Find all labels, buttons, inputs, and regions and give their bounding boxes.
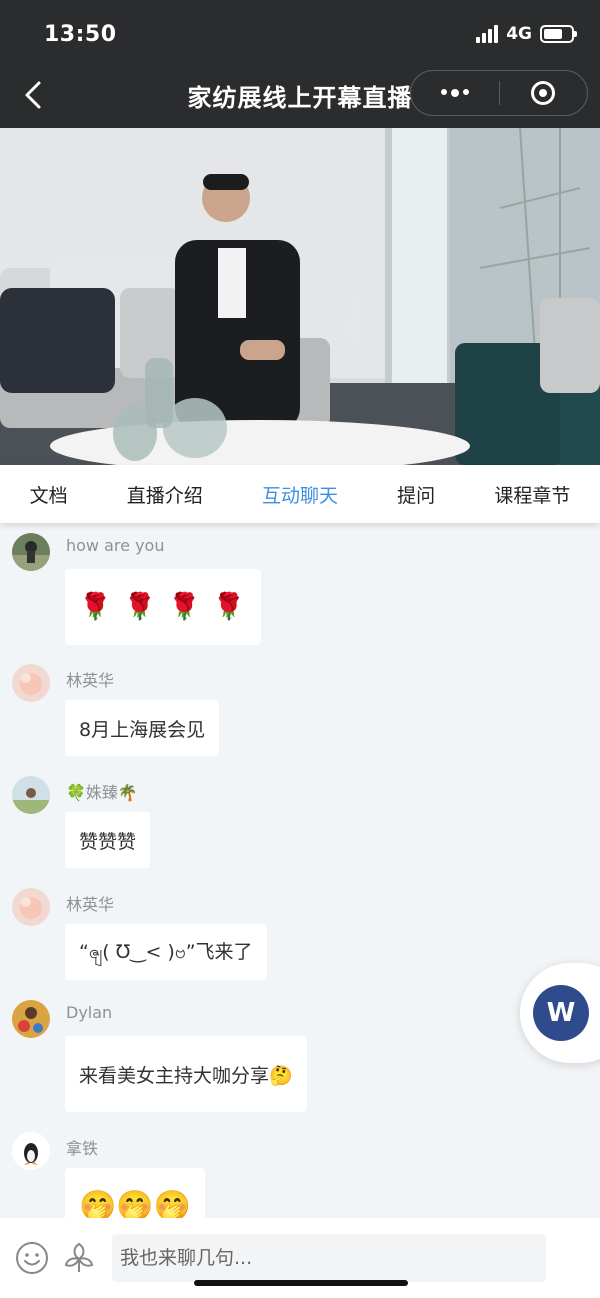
mini-program-capsule [410, 70, 588, 116]
tab-course-chapters[interactable]: 课程章节 [488, 481, 576, 508]
chat-bubble: “ၛ( ℧‿< )ဗ”飞来了 [65, 924, 267, 980]
chat-message: 🍀姝臻🌴 赞赞赞 [12, 766, 312, 871]
avatar [12, 664, 50, 702]
chat-username: 🍀姝臻🌴 [66, 783, 138, 802]
video-frame-image [0, 128, 600, 465]
live-video-player[interactable] [0, 128, 600, 465]
chat-username: Dylan [66, 1003, 113, 1022]
tab-documents[interactable]: 文档 [24, 481, 74, 508]
smiley-icon [16, 1242, 48, 1274]
tab-interactive-chat[interactable]: 互动聊天 [256, 481, 344, 508]
chat-bubble: 来看美女主持大咖分享🤔 [65, 1036, 307, 1112]
w-logo-icon: W [533, 985, 589, 1041]
chat-bubble: 🤭🤭🤭 [65, 1168, 206, 1218]
chat-message: 拿铁 🤭🤭🤭 [12, 1122, 312, 1218]
top-bar: 13:50 4G 家纺展线上开幕直播 [0, 0, 600, 128]
more-icon [440, 89, 469, 97]
battery-icon [540, 25, 577, 43]
network-type: 4G [506, 24, 532, 44]
chat-bubble: 🌹 🌹 🌹 🌹 [65, 569, 262, 645]
flower-icon [64, 1242, 94, 1272]
chat-username: 拿铁 [66, 1139, 99, 1158]
close-mini-program-button[interactable] [500, 71, 588, 115]
chat-bubble: 赞赞赞 [65, 812, 151, 868]
chat-input-field[interactable] [112, 1234, 546, 1282]
avatar [12, 1000, 50, 1038]
target-icon [531, 81, 556, 105]
chat-message: 林英华 “ၛ( ℧‿< )ဗ”飞来了 [12, 878, 312, 983]
more-button[interactable] [411, 71, 499, 115]
avatar [12, 533, 50, 571]
chat-username: how are you [66, 536, 165, 555]
chat-message: how are you 🌹 🌹 🌹 🌹 [12, 523, 312, 647]
chat-username: 林英华 [66, 895, 115, 914]
tab-live-intro[interactable]: 直播介绍 [121, 481, 209, 508]
chat-message: Dylan 来看美女主持大咖分享🤔 [12, 990, 352, 1114]
status-time: 13:50 [44, 22, 117, 47]
emoji-button[interactable] [14, 1240, 50, 1276]
signal-icon [476, 25, 499, 43]
tab-bar: 文档 直播介绍 互动聊天 提问 课程章节 [0, 465, 600, 523]
avatar [12, 888, 50, 926]
home-indicator [194, 1280, 408, 1286]
chat-list[interactable]: how are you 🌹 🌹 🌹 🌹 林英华 8月上海展会见 🍀姝臻🌴 赞赞赞… [0, 523, 600, 1218]
chat-input-bar [0, 1218, 600, 1298]
tab-questions[interactable]: 提问 [391, 481, 441, 508]
chat-bubble: 8月上海展会见 [65, 700, 220, 756]
avatar [12, 776, 50, 814]
chat-username: 林英华 [66, 671, 115, 690]
avatar [12, 1132, 50, 1170]
chat-message: 林英华 8月上海展会见 [12, 654, 312, 759]
send-flower-button[interactable] [60, 1238, 98, 1276]
status-icons: 4G [476, 24, 577, 44]
